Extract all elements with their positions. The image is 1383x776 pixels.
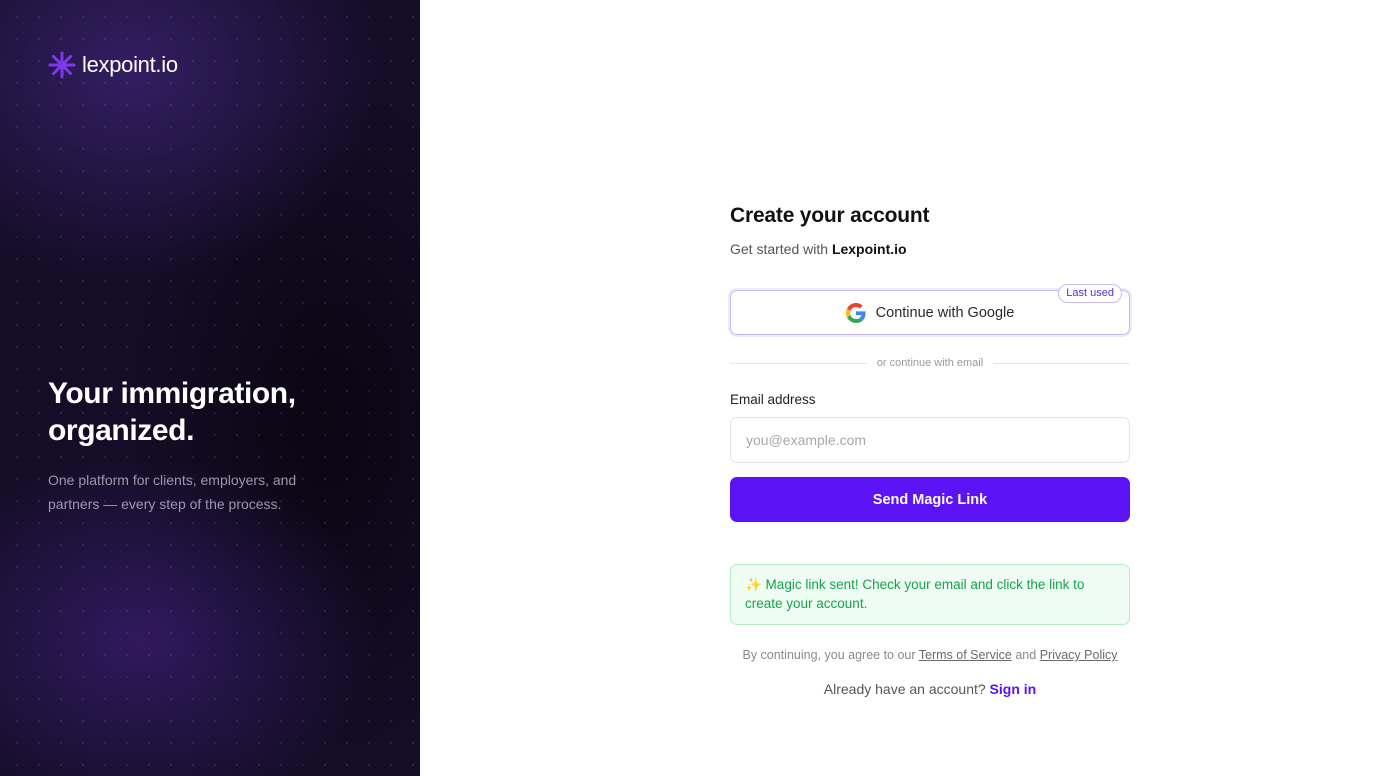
- terms-conjunction: and: [1015, 648, 1037, 662]
- signin-prompt-text: Already have an account?: [823, 681, 986, 697]
- email-label: Email address: [730, 392, 816, 407]
- divider: or continue with email: [730, 356, 1131, 370]
- page-subtitle: Get started with Lexpoint.io: [730, 240, 1130, 258]
- google-button-label: Continue with Google: [875, 304, 1015, 321]
- divider-line: [730, 362, 867, 364]
- email-field[interactable]: [730, 417, 1130, 463]
- google-icon: [845, 302, 866, 323]
- divider-line: [993, 362, 1131, 364]
- logo-text: lexpoint.io: [82, 52, 178, 77]
- send-magic-link-button[interactable]: Send Magic Link: [730, 477, 1130, 522]
- brand-panel: lexpoint.io Your immigration, organized.…: [0, 0, 420, 776]
- hero-title: Your immigration, organized.: [48, 377, 296, 447]
- terms-of-service-link[interactable]: Terms of Service: [919, 648, 1012, 662]
- terms-notice: By continuing, you agree to our Terms of…: [730, 648, 1130, 662]
- hero-subtitle: One platform for clients, employers, and…: [48, 472, 297, 512]
- asterisk-icon: [48, 51, 76, 79]
- divider-text: or continue with email: [876, 357, 984, 369]
- subtitle-prefix: Get started with: [730, 241, 829, 257]
- subtitle-brand: Lexpoint.io: [831, 241, 907, 257]
- terms-prefix: By continuing, you agree to our: [742, 648, 916, 662]
- last-used-badge: Last used: [1058, 284, 1122, 303]
- continue-with-google-button[interactable]: Continue with Google Last used: [730, 284, 1130, 335]
- signup-form: Create your account Get started with Lex…: [730, 202, 1131, 697]
- logo[interactable]: lexpoint.io: [48, 51, 178, 79]
- page-title: Create your account: [730, 204, 930, 227]
- success-message: ✨ Magic link sent! Check your email and …: [730, 564, 1130, 625]
- sign-in-link[interactable]: Sign in: [990, 681, 1037, 697]
- hero: Your immigration, organized. One platfor…: [48, 375, 348, 516]
- signin-prompt: Already have an account? Sign in: [730, 681, 1130, 697]
- privacy-policy-link[interactable]: Privacy Policy: [1040, 648, 1118, 662]
